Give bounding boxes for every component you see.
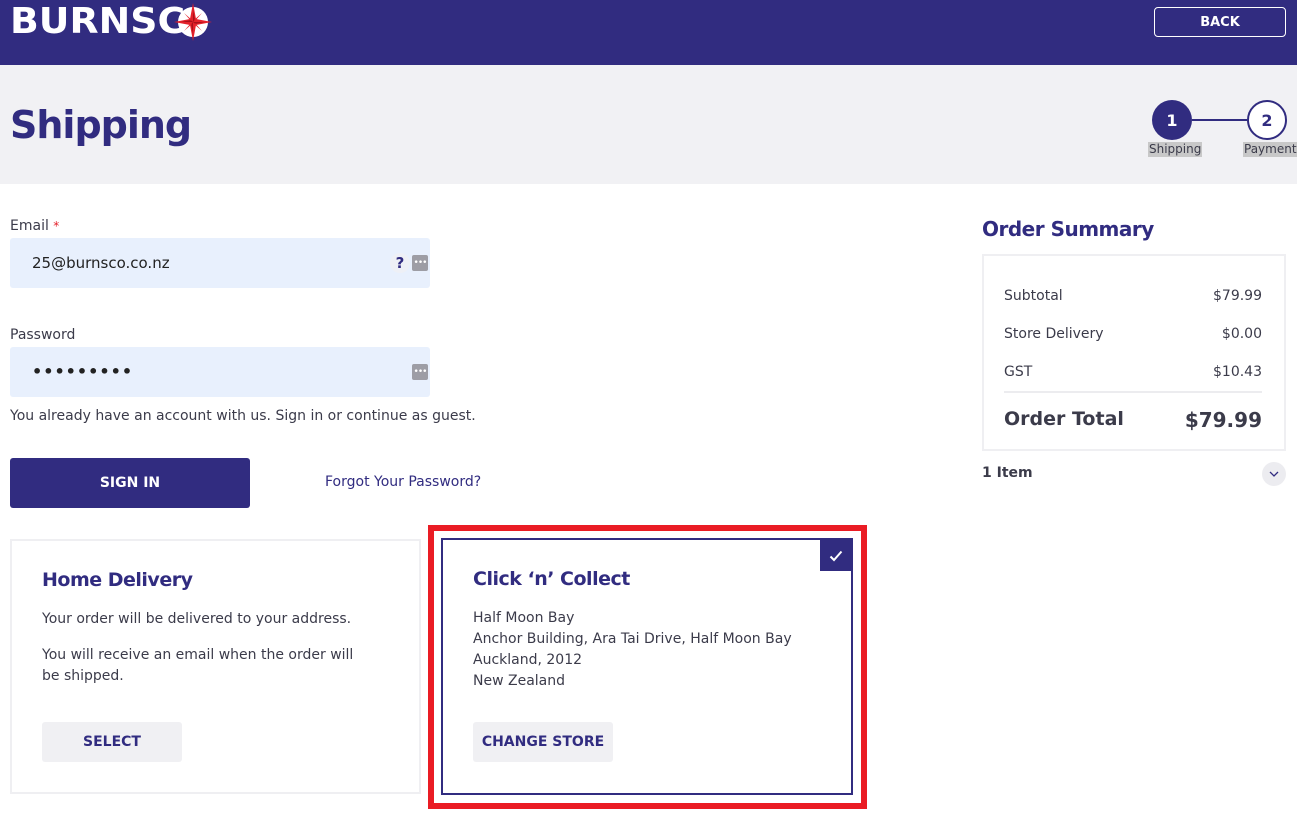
order-summary-title: Order Summary: [982, 217, 1154, 241]
home-delivery-title: Home Delivery: [42, 569, 193, 591]
email-value: 25@burnsco.co.nz: [32, 254, 170, 272]
delivery-value: $0.00: [1221, 326, 1262, 342]
selected-check-icon: [820, 540, 851, 571]
logo-text: BURNSC: [10, 1, 186, 42]
account-note: You already have an account with us. Sig…: [10, 408, 476, 424]
home-delivery-line1: Your order will be delivered to your add…: [42, 611, 352, 627]
sign-in-button[interactable]: SIGN IN: [10, 458, 250, 508]
summary-row-delivery: Store Delivery $0.00: [1004, 326, 1262, 342]
step-1-circle[interactable]: 1: [1152, 100, 1192, 140]
store-country: New Zealand: [473, 673, 565, 689]
store-name: Half Moon Bay: [473, 610, 575, 626]
password-label: Password: [10, 327, 76, 343]
order-summary-box: Subtotal $79.99 Store Delivery $0.00 GST…: [982, 254, 1286, 451]
step-2-label: Payment: [1243, 142, 1297, 157]
store-city: Auckland, 2012: [473, 652, 583, 668]
step-2-circle[interactable]: 2: [1247, 100, 1287, 140]
summary-divider: [1004, 391, 1262, 393]
email-label: Email *: [10, 218, 59, 234]
home-delivery-line2: You will receive an email when the order…: [42, 647, 354, 684]
select-home-delivery-button[interactable]: SELECT: [42, 722, 182, 762]
forgot-password-link[interactable]: Forgot Your Password?: [325, 474, 481, 490]
gst-label: GST: [1004, 364, 1033, 380]
store-street: Anchor Building, Ara Tai Drive, Half Moo…: [473, 631, 792, 647]
click-n-collect-card[interactable]: Click ‘n’ Collect Half Moon Bay Anchor B…: [441, 538, 853, 795]
back-button[interactable]: BACK: [1154, 7, 1286, 37]
summary-row-gst: GST $10.43: [1004, 364, 1262, 380]
password-value: •••••••••: [32, 362, 134, 381]
password-field[interactable]: ••••••••• •••: [10, 347, 430, 397]
home-delivery-card[interactable]: Home Delivery Your order will be deliver…: [10, 539, 421, 794]
page-title: Shipping: [10, 103, 192, 147]
required-marker: *: [53, 219, 60, 233]
click-n-collect-title: Click ‘n’ Collect: [473, 568, 630, 590]
items-count: 1 Item: [982, 465, 1033, 481]
password-manager-icon[interactable]: •••: [412, 364, 428, 380]
password-manager-icon[interactable]: •••: [412, 255, 428, 271]
stepper-connector: [1192, 119, 1247, 121]
subtotal-value: $79.99: [1213, 288, 1262, 304]
summary-row-subtotal: Subtotal $79.99: [1004, 288, 1262, 304]
gst-value: $10.43: [1213, 364, 1262, 380]
top-bar: BURNSC BACK: [0, 0, 1297, 65]
checkout-stepper: 1 2 Shipping Payment: [1148, 100, 1297, 160]
email-field[interactable]: 25@burnsco.co.nz ? •••: [10, 238, 430, 288]
items-row[interactable]: 1 Item: [982, 462, 1286, 488]
change-store-button[interactable]: CHANGE STORE: [473, 722, 613, 762]
order-total-row: Order Total $79.99: [1004, 408, 1262, 432]
step-1-label: Shipping: [1148, 142, 1203, 157]
burnsco-logo[interactable]: BURNSC: [10, 2, 213, 42]
page-heading-band: [0, 65, 1297, 184]
store-address: Half Moon Bay Anchor Building, Ara Tai D…: [473, 608, 792, 692]
help-icon[interactable]: ?: [390, 253, 410, 273]
order-total-label: Order Total: [1004, 408, 1124, 430]
delivery-label: Store Delivery: [1004, 326, 1104, 342]
subtotal-label: Subtotal: [1004, 288, 1063, 304]
order-total-value: $79.99: [1184, 408, 1262, 432]
email-label-text: Email: [10, 218, 49, 234]
chevron-down-icon[interactable]: [1262, 462, 1286, 486]
